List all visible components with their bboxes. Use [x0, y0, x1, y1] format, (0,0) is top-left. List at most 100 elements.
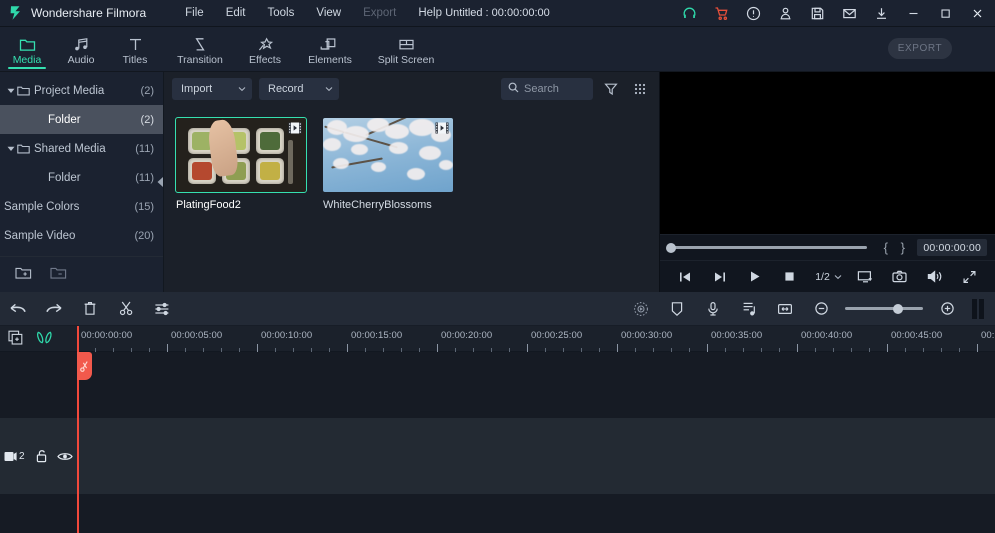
media-item-plating-food[interactable]: PlatingFood2 [175, 117, 307, 211]
new-folder-icon[interactable] [15, 266, 32, 283]
stop-icon[interactable] [772, 261, 807, 293]
volume-icon[interactable] [917, 261, 952, 293]
search-input[interactable] [524, 83, 586, 95]
tab-effects[interactable]: Effects [238, 27, 292, 71]
zoom-out-icon[interactable] [803, 292, 839, 326]
chevron-down-icon[interactable] [4, 145, 17, 153]
sidebar-item-count: (2) [140, 113, 154, 126]
mark-in-button[interactable]: { [877, 240, 894, 255]
menu-help[interactable]: Help [407, 3, 453, 23]
fullscreen-icon[interactable] [952, 261, 987, 293]
tab-elements[interactable]: Elements [292, 27, 368, 71]
sidebar-item-shared-media[interactable]: Shared Media (11) [0, 134, 163, 163]
menu-view[interactable]: View [305, 3, 352, 23]
ruler-minor-tick [311, 347, 312, 352]
tab-split-screen[interactable]: Split Screen [368, 27, 444, 71]
folder-icon [17, 85, 34, 96]
ruler-minor-tick [815, 347, 816, 352]
menu-edit[interactable]: Edit [215, 3, 257, 23]
export-button[interactable]: EXPORT [888, 38, 952, 59]
media-item-white-cherry-blossoms[interactable]: WhiteCherryBlossoms [323, 118, 453, 211]
lock-icon[interactable] [30, 449, 54, 463]
play-icon[interactable] [738, 261, 773, 293]
ruler-label: 00:00:40:00 [801, 329, 853, 341]
ruler-minor-tick [599, 347, 600, 352]
timeline-toolbar [0, 292, 995, 326]
undo-icon[interactable] [0, 292, 36, 326]
next-frame-icon[interactable] [703, 261, 738, 293]
chevron-down-icon[interactable] [4, 87, 17, 95]
playback-speed-value: 1/2 [815, 270, 830, 283]
zoom-in-icon[interactable] [929, 292, 965, 326]
media-thumbnail[interactable] [323, 118, 453, 192]
render-preview-icon[interactable] [965, 292, 991, 326]
prev-frame-icon[interactable] [668, 261, 703, 293]
download-icon[interactable] [865, 0, 897, 27]
media-thumbnail[interactable] [175, 117, 307, 193]
record-dropdown[interactable]: Record [259, 78, 339, 100]
sidebar-item-sample-video[interactable]: Sample Video (20) [0, 221, 163, 250]
menu-bar: File Edit Tools View Export Help [174, 3, 453, 23]
preview-screen[interactable] [660, 72, 995, 234]
color-wheel-icon[interactable] [623, 292, 659, 326]
maximize-icon[interactable] [929, 0, 961, 27]
redo-icon[interactable] [36, 292, 72, 326]
grid-view-icon[interactable] [629, 78, 651, 100]
preview-scrubber-row: { } 00:00:00:00 [660, 234, 995, 260]
timeline-toolbar-right [623, 292, 995, 326]
media-grid: PlatingFood2 WhiteCherryBlossoms [164, 106, 659, 292]
collapse-left-icon[interactable] [157, 174, 164, 190]
link-clips-icon[interactable] [36, 330, 53, 348]
preview-timecode[interactable]: 00:00:00:00 [917, 239, 987, 256]
tab-audio[interactable]: Audio [54, 27, 108, 71]
save-icon[interactable] [801, 0, 833, 27]
adjust-sliders-icon[interactable] [144, 292, 180, 326]
sidebar-item-folder-shared[interactable]: Folder (11) [0, 163, 163, 192]
project-screen-icon[interactable] [848, 261, 883, 293]
delete-trash-icon[interactable] [72, 292, 108, 326]
mail-icon[interactable] [833, 0, 865, 27]
playhead-scissors-icon[interactable] [77, 352, 92, 380]
playback-speed-dropdown[interactable]: 1/2 [809, 271, 848, 283]
add-track-icon[interactable] [8, 330, 24, 348]
tab-titles[interactable]: Titles [108, 27, 162, 71]
split-scissors-icon[interactable] [108, 292, 144, 326]
tab-media[interactable]: Media [0, 27, 54, 71]
track-row-2[interactable]: 2 [0, 418, 995, 494]
playhead[interactable] [77, 352, 92, 533]
search-field[interactable] [501, 78, 593, 100]
track-body-2[interactable] [77, 418, 995, 494]
crop-shield-icon[interactable] [659, 292, 695, 326]
audio-detach-icon[interactable] [731, 292, 767, 326]
ruler-label: 00:00:15:00 [351, 329, 403, 341]
import-dropdown[interactable]: Import [172, 78, 252, 100]
mark-out-button[interactable]: } [894, 240, 911, 255]
timeline-zoom-knob[interactable] [893, 303, 903, 314]
sidebar-item-label: Shared Media [34, 142, 106, 155]
close-icon[interactable] [961, 0, 993, 27]
tab-transition[interactable]: Transition [162, 27, 238, 71]
headphone-support-icon[interactable] [673, 0, 705, 27]
snapshot-camera-icon[interactable] [883, 261, 918, 293]
info-circle-icon[interactable] [737, 0, 769, 27]
playback-slider[interactable] [666, 242, 868, 253]
sidebar-item-sample-colors[interactable]: Sample Colors (15) [0, 192, 163, 221]
voiceover-mic-icon[interactable] [695, 292, 731, 326]
freeze-frame-icon[interactable] [767, 292, 803, 326]
tab-label: Media [12, 53, 42, 66]
eye-visible-icon[interactable] [53, 451, 77, 462]
sidebar-item-folder-project[interactable]: Folder (2) [0, 105, 163, 134]
ruler-major-tick [527, 343, 528, 352]
shopping-cart-icon[interactable] [705, 0, 737, 27]
timeline-zoom-slider[interactable] [845, 303, 923, 314]
remove-folder-icon[interactable] [50, 266, 67, 283]
user-account-icon[interactable] [769, 0, 801, 27]
minimize-icon[interactable] [897, 0, 929, 27]
menu-file[interactable]: File [174, 3, 215, 23]
playback-slider-knob[interactable] [666, 242, 676, 253]
sidebar-item-project-media[interactable]: Project Media (2) [0, 76, 163, 105]
filter-funnel-icon[interactable] [600, 78, 622, 100]
chevron-down-icon [325, 83, 333, 95]
menu-tools[interactable]: Tools [257, 3, 306, 23]
timeline-ruler[interactable]: 00:00:00:00 00:00:05:00 00:00:10:00 00:00:1… [77, 326, 995, 352]
